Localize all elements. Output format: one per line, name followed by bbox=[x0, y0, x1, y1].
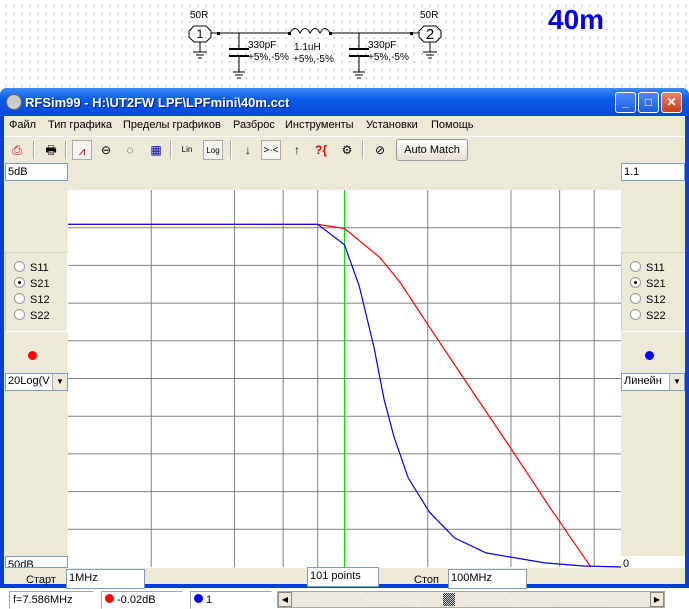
menu-graph-type[interactable]: Тип графика bbox=[48, 119, 112, 131]
status-blue-value: 1 bbox=[190, 591, 272, 609]
save-icon[interactable]: ⎙ bbox=[7, 140, 27, 160]
menu-tolerance[interactable]: Разброс bbox=[233, 119, 275, 131]
menu-settings[interactable]: Установки bbox=[366, 119, 418, 131]
minimize-button[interactable]: _ bbox=[615, 92, 636, 113]
arrow-up-icon[interactable]: ↑ bbox=[287, 140, 307, 160]
zoom-fit-icon[interactable]: >·< bbox=[261, 140, 281, 160]
status-frequency: f=7.586MHz bbox=[9, 591, 94, 609]
smith-chart-icon[interactable]: ⊖ bbox=[96, 140, 116, 160]
menu-tools[interactable]: Инструменты bbox=[285, 119, 354, 131]
print-icon[interactable]: 🖶 bbox=[41, 140, 61, 160]
auto-match-button[interactable]: Auto Match bbox=[396, 139, 468, 161]
app-icon[interactable] bbox=[6, 94, 22, 110]
menu-graph-limits[interactable]: Пределы графиков bbox=[123, 119, 221, 131]
scroll-thumb[interactable] bbox=[443, 593, 455, 606]
menu-bar: Файл Тип графика Пределы графиков Разбро… bbox=[4, 116, 685, 135]
arrow-down-icon[interactable]: ↓ bbox=[238, 140, 258, 160]
frequency-scrollbar[interactable]: ◀ ▶ bbox=[277, 591, 665, 608]
polar-icon[interactable]: ◌ bbox=[120, 140, 140, 160]
left-radio-s11[interactable]: S11 bbox=[14, 260, 49, 276]
scroll-right-icon[interactable]: ▶ bbox=[650, 592, 664, 607]
start-label: Старт bbox=[26, 574, 56, 586]
chevron-down-icon: ▼ bbox=[52, 374, 67, 390]
right-radio-s21[interactable]: S21 bbox=[630, 276, 666, 292]
points-input[interactable]: 101 points bbox=[307, 567, 379, 587]
help-icon[interactable]: ?{ bbox=[311, 140, 331, 160]
table-icon[interactable]: ▦ bbox=[146, 140, 166, 160]
port2-impedance: 50R bbox=[420, 10, 438, 21]
stop-frequency-input[interactable]: 100MHz bbox=[448, 569, 527, 589]
s21-db-trace bbox=[68, 223, 591, 567]
right-axis-max-input[interactable]: 1.1 bbox=[621, 163, 685, 181]
menu-help[interactable]: Помощь bbox=[431, 119, 474, 131]
band-label: 40m bbox=[548, 4, 605, 35]
left-radio-s21[interactable]: S21 bbox=[14, 276, 50, 292]
menu-file[interactable]: Файл bbox=[9, 119, 36, 131]
left-axis-min-input[interactable]: 50dB bbox=[5, 556, 68, 568]
c2-value: 330pF bbox=[368, 40, 396, 51]
left-radio-s12[interactable]: S12 bbox=[14, 292, 50, 308]
chart-svg bbox=[68, 190, 622, 568]
window-title: RFSim99 - H:\UT2FW LPF\LPFmini\40m.cct bbox=[25, 95, 290, 110]
port1-impedance: 50R bbox=[190, 10, 208, 21]
right-scale-select[interactable]: Линейн ▼ bbox=[621, 373, 685, 391]
l1-value: 1.1uH bbox=[294, 42, 321, 53]
scroll-left-icon[interactable]: ◀ bbox=[278, 592, 292, 607]
close-button[interactable]: ✕ bbox=[661, 92, 682, 113]
stop-label: Стоп bbox=[414, 574, 439, 586]
right-radio-s11[interactable]: S11 bbox=[630, 260, 665, 276]
status-red-value: -0.02dB bbox=[101, 591, 183, 609]
right-parameter-group: S11 S21 S12 S22 bbox=[621, 252, 685, 332]
toolbar: ⎙ 🖶 ⩘ ⊖ ◌ ▦ Lin Log ↓ >·< ↑ ?{ ⚙ ⊘ Auto … bbox=[4, 136, 685, 162]
lin-icon[interactable]: Lin bbox=[177, 140, 197, 160]
start-frequency-input[interactable]: 1MHz bbox=[66, 569, 145, 589]
schematic-canvas[interactable]: 1 2 50R 50R 330pF +5%,-5% 1.1uH +5%,-5% … bbox=[0, 0, 689, 88]
c1-tolerance: +5%,-5% bbox=[248, 52, 289, 63]
left-radio-s22[interactable]: S22 bbox=[14, 308, 50, 324]
port1-number: 1 bbox=[197, 27, 204, 41]
left-parameter-group: S11 S21 S12 S22 bbox=[5, 252, 68, 332]
graph-icon[interactable]: ⩘ bbox=[72, 140, 92, 160]
response-plot[interactable] bbox=[68, 190, 622, 568]
tune-icon[interactable]: ⊘ bbox=[370, 140, 390, 160]
right-trace-color-dot bbox=[645, 351, 654, 360]
port2-number: 2 bbox=[426, 26, 434, 43]
component-icon[interactable]: ⚙ bbox=[337, 140, 357, 160]
c1-value: 330pF bbox=[248, 40, 276, 51]
title-bar[interactable]: RFSim99 - H:\UT2FW LPF\LPFmini\40m.cct _… bbox=[0, 88, 689, 116]
left-scale-select[interactable]: 20Log(V ▼ bbox=[5, 373, 68, 391]
maximize-button[interactable]: □ bbox=[638, 92, 659, 113]
chevron-down-icon: ▼ bbox=[669, 374, 684, 390]
inductor-symbol bbox=[289, 28, 331, 35]
c2-tolerance: +5%,-5% bbox=[368, 52, 409, 63]
right-radio-s22[interactable]: S22 bbox=[630, 308, 666, 324]
log-icon[interactable]: Log bbox=[203, 140, 223, 160]
left-trace-color-dot bbox=[28, 351, 37, 360]
right-axis-min-input[interactable]: 0 bbox=[621, 556, 685, 568]
left-axis-max-input[interactable]: 5dB bbox=[5, 163, 68, 181]
right-radio-s12[interactable]: S12 bbox=[630, 292, 666, 308]
l1-tolerance: +5%,-5% bbox=[293, 54, 334, 65]
rfsim-window: RFSim99 - H:\UT2FW LPF\LPFmini\40m.cct _… bbox=[0, 88, 689, 609]
